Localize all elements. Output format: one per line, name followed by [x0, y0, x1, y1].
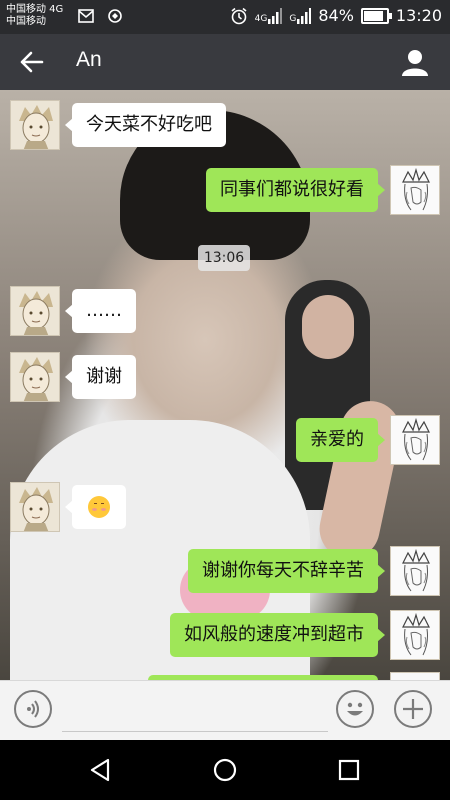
signal-2: G — [289, 7, 312, 24]
voice-input-button[interactable] — [14, 690, 52, 728]
my-avatar[interactable] — [390, 165, 440, 215]
message-text-input[interactable] — [62, 691, 328, 732]
network-label-2: G — [289, 13, 297, 24]
blushing-smile-emoji-icon — [88, 496, 110, 518]
anime-avatar-icon — [11, 483, 59, 531]
battery-percent: 84% — [318, 6, 354, 25]
signal-bars-icon — [268, 7, 283, 24]
system-status-icons: 4G G 84% 13:20 — [230, 6, 442, 25]
background-photo-face — [302, 295, 354, 359]
back-triangle-icon[interactable] — [86, 755, 116, 785]
emoji-icon — [347, 702, 363, 716]
chat-title: An — [76, 48, 102, 71]
message-bubble-sent[interactable]: 同事们都说很好看 — [206, 168, 385, 212]
signal-bars-icon — [297, 7, 312, 24]
clock: 13:20 — [395, 6, 442, 25]
contact-avatar[interactable] — [10, 286, 60, 336]
anime-avatar-icon — [11, 353, 59, 401]
mail-icon — [78, 9, 94, 23]
my-avatar[interactable] — [390, 546, 440, 596]
message-bubble-received[interactable] — [65, 485, 126, 529]
profile-icon[interactable] — [400, 48, 430, 76]
voice-icon — [27, 700, 39, 718]
message-bubble-sent[interactable]: 谢谢你每天不辞辛苦 — [188, 549, 385, 593]
plus-icon — [403, 699, 423, 719]
carrier-line-1: 中国移动 4G — [6, 4, 64, 15]
carrier-info: 中国移动 4G 中国移动 — [6, 4, 63, 28]
message-bubble-sent[interactable]: 如风般的速度冲到超市 — [170, 613, 385, 657]
home-circle-icon[interactable] — [210, 755, 240, 785]
carrier-line-2: 中国移动 — [6, 16, 46, 27]
message-timestamp: 13:06 — [198, 245, 250, 271]
chat-area[interactable]: 今天菜不好吃吧 同事们都说很好看 13:06 …… 谢谢 亲爱的 谢谢你每天不辞… — [0, 90, 450, 680]
signal-1: 4G — [254, 7, 283, 24]
contact-avatar[interactable] — [10, 352, 60, 402]
anime-avatar-icon — [11, 287, 59, 335]
sketch-queen-avatar-icon — [391, 547, 439, 595]
chat-header: An — [0, 34, 450, 90]
message-bubble-received[interactable]: …… — [65, 289, 136, 333]
app-notification-icon — [108, 9, 122, 23]
back-arrow-icon[interactable] — [18, 48, 44, 76]
sketch-queen-avatar-icon — [391, 416, 439, 464]
sketch-queen-avatar-icon — [391, 611, 439, 659]
anime-avatar-icon — [11, 101, 59, 149]
contact-avatar[interactable] — [10, 482, 60, 532]
contact-avatar[interactable] — [10, 100, 60, 150]
sketch-queen-avatar-icon — [391, 166, 439, 214]
notification-icons — [78, 9, 122, 23]
recents-square-icon[interactable] — [334, 755, 364, 785]
network-label-1: 4G — [254, 13, 268, 24]
battery-icon — [360, 7, 392, 24]
message-bubble-received[interactable]: 今天菜不好吃吧 — [65, 103, 226, 147]
message-bubble-received[interactable]: 谢谢 — [65, 355, 136, 399]
alarm-icon — [231, 7, 247, 24]
system-navigation-bar — [0, 740, 450, 800]
my-avatar[interactable] — [390, 672, 440, 680]
my-avatar[interactable] — [390, 610, 440, 660]
status-bar: 中国移动 4G 中国移动 4G G 84% 13:20 — [0, 0, 450, 34]
message-input-bar — [0, 680, 450, 740]
my-avatar[interactable] — [390, 415, 440, 465]
message-bubble-sent[interactable]: 亲爱的 — [296, 418, 385, 462]
more-actions-button[interactable] — [394, 690, 432, 728]
emoji-button[interactable] — [336, 690, 374, 728]
